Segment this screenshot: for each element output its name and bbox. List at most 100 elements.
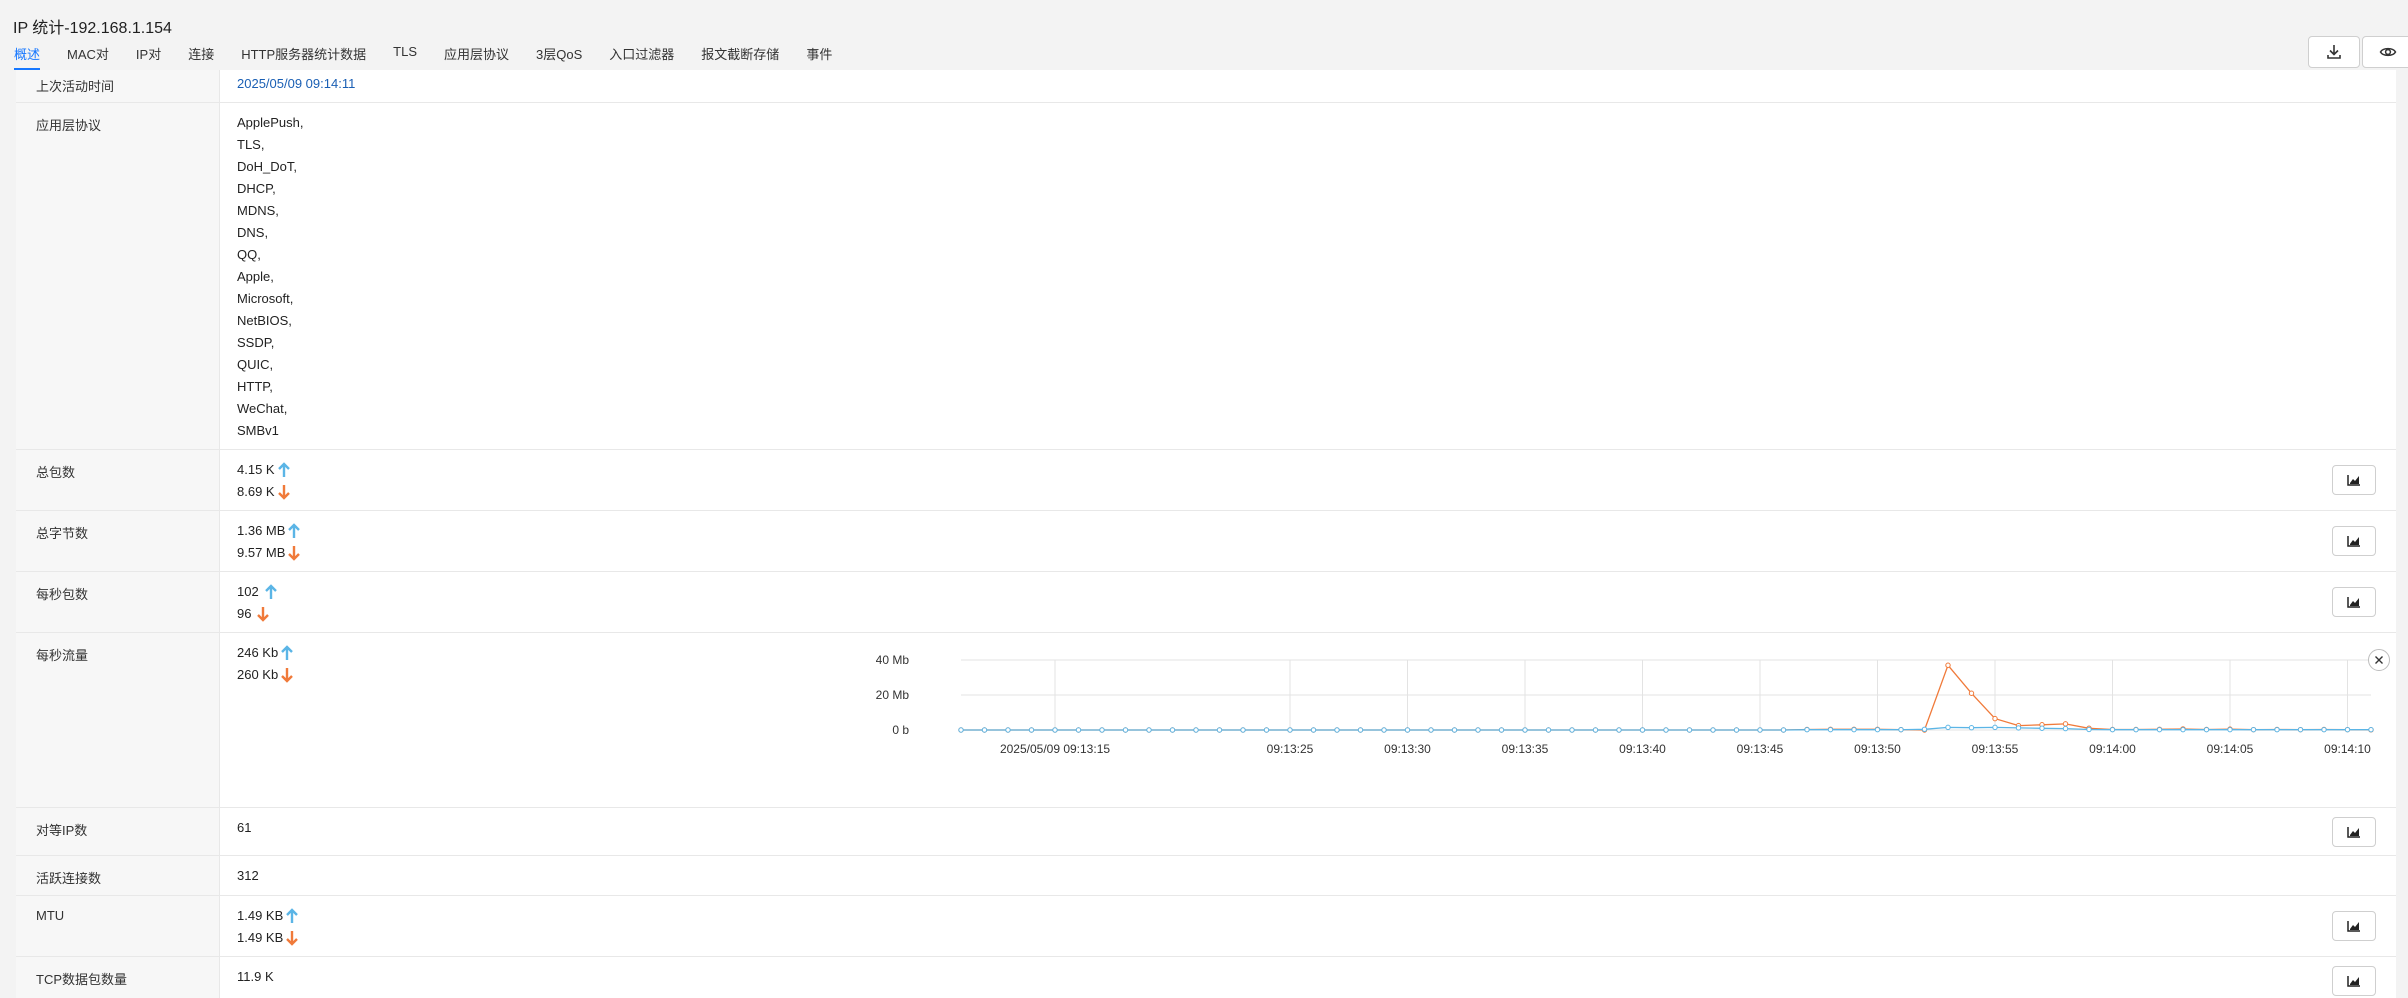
data-point: [1334, 727, 1340, 733]
data-point: [1686, 727, 1693, 733]
tab-http-server-stats[interactable]: HTTP服务器统计数据: [241, 44, 366, 70]
download-button[interactable]: [2308, 36, 2360, 68]
arrow-down-icon: [257, 607, 270, 622]
total-bytes-values: 1.36 MB 9.57 MB: [237, 520, 302, 564]
row-active-connections: 活跃连接数 312: [16, 856, 2396, 896]
protocol-item: DoH_DoT,: [237, 159, 297, 174]
data-point: [1381, 727, 1387, 733]
data-point: [2039, 725, 2045, 731]
data-point: [1357, 727, 1364, 733]
overview-table: 上次活动时间 2025/05/09 09:14:11 应用层协议 ApplePu…: [16, 70, 2396, 998]
data-point: [1639, 727, 1646, 733]
total-packets-chart-button[interactable]: [2332, 465, 2376, 495]
data-point: [1146, 727, 1152, 733]
tab-tls[interactable]: TLS: [393, 44, 417, 70]
data-point: [1545, 727, 1552, 733]
mtu-label: MTU: [36, 908, 65, 923]
data-point: [1968, 725, 1975, 731]
pps-down: 96: [237, 606, 252, 621]
total-bytes-chart-button[interactable]: [2332, 526, 2376, 556]
data-point: [1287, 727, 1293, 733]
peer-ips-value: 61: [237, 820, 252, 835]
tab-events[interactable]: 事件: [806, 44, 832, 70]
right-gutter: [2396, 70, 2408, 998]
last-active-value: 2025/05/09 09:14:11: [237, 76, 356, 91]
data-point: [1616, 727, 1622, 733]
x-tick-label: 09:13:35: [1502, 742, 1549, 756]
pps-up: 102: [237, 584, 259, 599]
peer-ips-chart-button[interactable]: [2332, 817, 2376, 847]
mtu-down: 1.49 KB: [237, 930, 284, 945]
chart-icon: [2347, 976, 2360, 987]
view-button[interactable]: [2362, 36, 2408, 68]
data-point: [1945, 662, 1951, 668]
x-tick-label: 09:13:30: [1384, 742, 1431, 756]
data-point: [1710, 727, 1716, 733]
bps-up: 246 Kb: [237, 645, 279, 660]
data-point: [1310, 727, 1317, 733]
series-line: [961, 664, 2372, 731]
tab-l3-qos[interactable]: 3层QoS: [536, 44, 582, 70]
x-tick-label: 2025/05/09 09:13:15: [1000, 742, 1110, 756]
data-point: [1780, 727, 1787, 733]
bps-down: 260 Kb: [237, 667, 279, 682]
data-point: [1028, 727, 1035, 733]
window-title: IP 统计-192.168.1.154: [13, 20, 172, 37]
data-point: [981, 727, 988, 733]
data-point: [1851, 726, 1857, 733]
app-protocols-list: ApplePush, TLS, DoH_DoT, DHCP, MDNS, DNS…: [237, 112, 304, 442]
tab-ingress-filter[interactable]: 入口过滤器: [609, 44, 674, 70]
data-point: [1216, 727, 1223, 733]
tcp-packets-chart-button[interactable]: [2332, 966, 2376, 996]
tab-connections[interactable]: 连接: [188, 44, 214, 70]
data-point: [2227, 726, 2233, 733]
data-point: [2203, 726, 2210, 733]
data-point: [2086, 726, 2092, 733]
download-icon: [2327, 45, 2341, 59]
arrow-up-icon: [286, 908, 299, 923]
protocol-item: Microsoft,: [237, 291, 294, 306]
arrow-up-icon: [281, 645, 294, 660]
chart-icon: [2347, 827, 2360, 838]
arrow-up-icon: [288, 523, 301, 538]
data-point: [2180, 726, 2186, 733]
data-point: [1757, 727, 1763, 733]
data-point: [2250, 726, 2257, 733]
tab-ip-pairs[interactable]: IP对: [136, 44, 161, 70]
close-chart-button[interactable]: [2368, 649, 2390, 671]
protocol-item: ApplePush,: [237, 115, 304, 130]
x-tick-label: 09:13:55: [1972, 742, 2019, 756]
data-point: [1733, 727, 1740, 733]
data-point: [1169, 727, 1176, 733]
data-point: [1263, 727, 1270, 733]
data-point: [1451, 727, 1458, 733]
tab-packet-capture[interactable]: 报文截断存储: [701, 44, 779, 70]
protocol-item: DHCP,: [237, 181, 276, 196]
x-tick-label: 09:13:50: [1854, 742, 1901, 756]
active-conns-value: 312: [237, 868, 259, 883]
y-tick-label: 20 Mb: [876, 688, 909, 702]
row-traffic-per-second: 每秒流量 246 Kb 260 Kb 0 b 20 Mb 40 Mb 2025/05/…: [16, 633, 2396, 808]
data-point: [1968, 690, 1975, 696]
data-point: [1052, 727, 1058, 733]
x-tick-label: 09:13:40: [1619, 742, 1666, 756]
tab-mac-pairs[interactable]: MAC对: [67, 44, 109, 70]
data-point: [1874, 726, 1881, 733]
x-tick-label: 09:13:25: [1267, 742, 1314, 756]
arrow-down-icon: [277, 485, 290, 500]
data-point: [1428, 727, 1434, 733]
arrow-up-icon: [264, 584, 277, 599]
mtu-values: 1.49 KB 1.49 KB: [237, 905, 300, 949]
tcp-packets-label: TCP数据包数量: [36, 972, 128, 987]
row-packets-per-second: 每秒包数 102 96: [16, 572, 2396, 633]
arrow-down-icon: [288, 546, 301, 561]
total-bytes-up: 1.36 MB: [237, 523, 286, 538]
tab-app-protocols[interactable]: 应用层协议: [444, 44, 509, 70]
mtu-up: 1.49 KB: [237, 908, 284, 923]
total-packets-up: 4.15 K: [237, 462, 275, 477]
data-point: [2156, 726, 2163, 733]
mtu-chart-button[interactable]: [2332, 911, 2376, 941]
pps-label: 每秒包数: [36, 587, 89, 602]
pps-chart-button[interactable]: [2332, 587, 2376, 617]
tab-overview[interactable]: 概述: [14, 44, 41, 70]
